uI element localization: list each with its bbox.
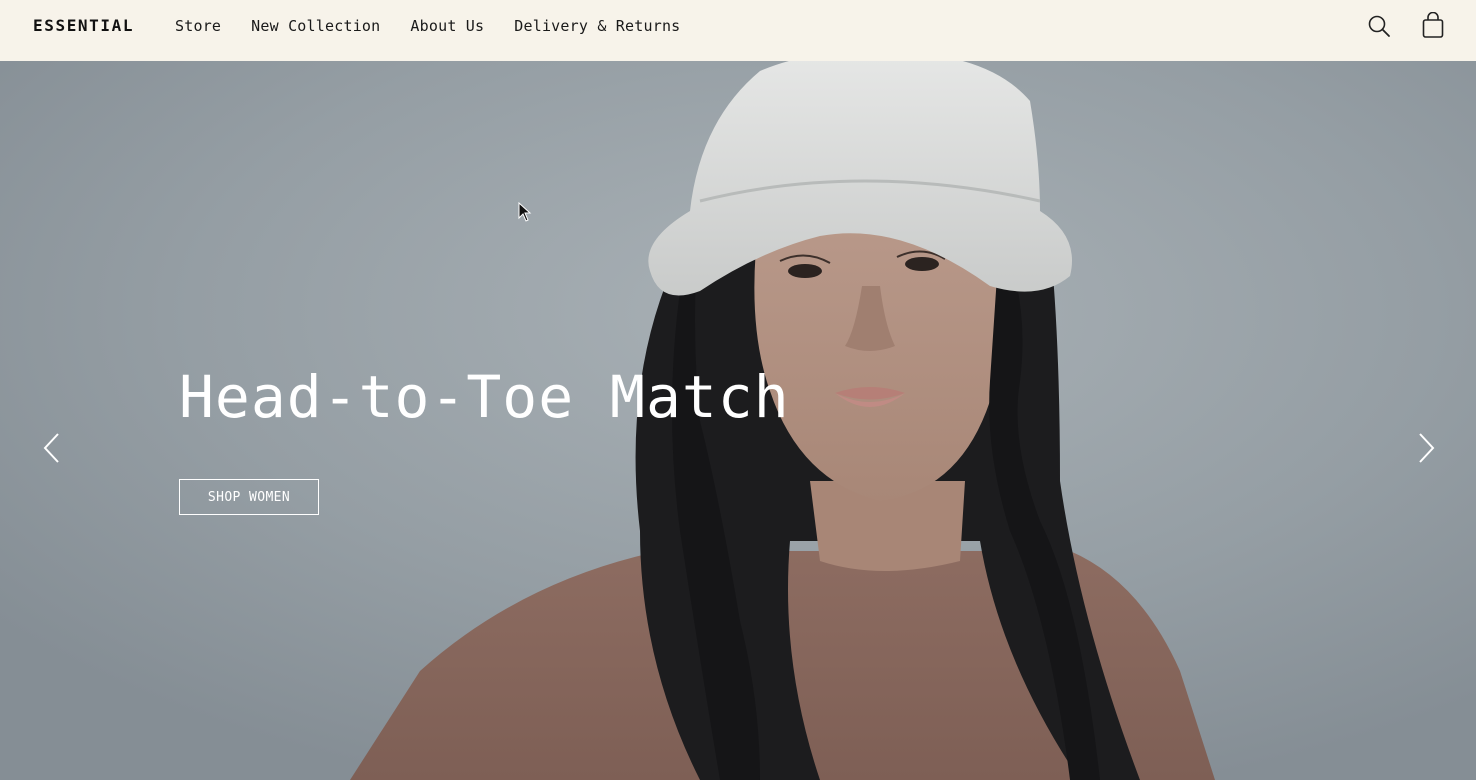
hero-title: Head-to-Toe Match [179,363,790,431]
nav-store[interactable]: Store [175,16,221,36]
carousel-prev-button[interactable] [40,431,64,465]
nav-delivery-returns[interactable]: Delivery & Returns [514,16,680,36]
site-logo[interactable]: ESSENTIAL [33,16,134,36]
chevron-left-icon [43,433,59,463]
search-button[interactable] [1365,12,1393,40]
chevron-right-icon [1419,433,1435,463]
nav-new-collection[interactable]: New Collection [251,16,380,36]
search-icon [1368,15,1390,37]
cart-button[interactable] [1419,12,1447,40]
main-nav: Store New Collection About Us Delivery &… [175,16,680,36]
nav-about-us[interactable]: About Us [410,16,484,36]
site-header: ESSENTIAL Store New Collection About Us … [0,0,1476,61]
carousel-next-button[interactable] [1414,431,1438,465]
hero-banner: Head-to-Toe Match SHOP WOMEN [0,61,1476,780]
shopping-bag-icon [1422,12,1444,38]
shop-women-button[interactable]: SHOP WOMEN [179,479,319,515]
